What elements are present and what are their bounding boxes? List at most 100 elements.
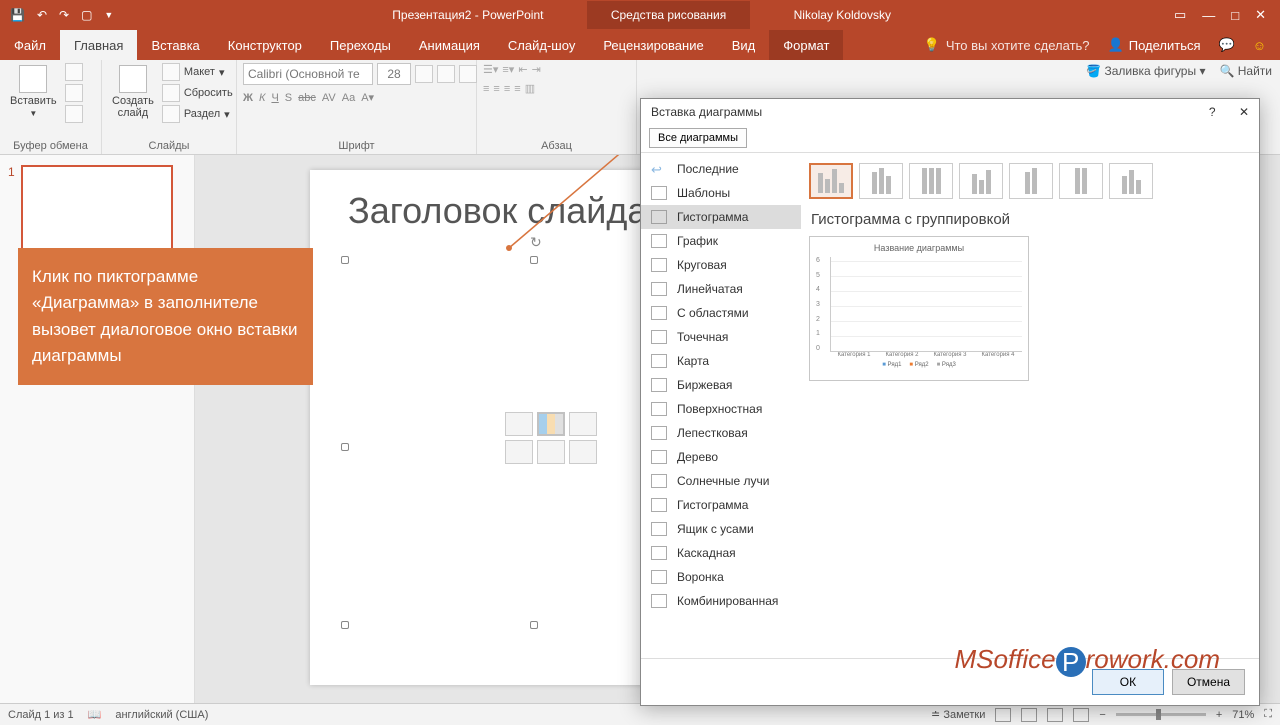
chart-category-item[interactable]: Лепестковая: [641, 421, 801, 445]
sorter-view-icon[interactable]: [1021, 708, 1037, 722]
notes-button[interactable]: ≐ Заметки: [931, 708, 985, 721]
dialog-help-icon[interactable]: ?: [1209, 105, 1216, 119]
chart-category-item[interactable]: Карта: [641, 349, 801, 373]
resize-handle[interactable]: [341, 443, 349, 451]
shape-fill-button[interactable]: 🪣 Заливка фигуры ▾: [1086, 64, 1205, 78]
insert-chart-icon[interactable]: [537, 412, 565, 436]
chart-category-item[interactable]: Шаблоны: [641, 181, 801, 205]
slide-counter[interactable]: Слайд 1 из 1: [8, 709, 74, 721]
chart-category-item[interactable]: Точечная: [641, 325, 801, 349]
insert-picture-icon[interactable]: [505, 440, 533, 464]
chart-category-item[interactable]: ↩Последние: [641, 157, 801, 181]
italic-button[interactable]: К: [259, 92, 265, 104]
chart-category-item[interactable]: Линейчатая: [641, 277, 801, 301]
subtype-stacked-column[interactable]: [859, 163, 903, 199]
clear-format-button[interactable]: [459, 65, 477, 83]
maximize-icon[interactable]: □: [1231, 8, 1239, 23]
bullets-button[interactable]: ☰▾: [483, 63, 498, 76]
chart-category-item[interactable]: Круговая: [641, 253, 801, 277]
tab-design[interactable]: Конструктор: [214, 30, 316, 60]
indent-dec-button[interactable]: ⇤: [518, 63, 527, 76]
bold-button[interactable]: Ж: [243, 92, 253, 104]
section-button[interactable]: Раздел ▾: [162, 105, 233, 123]
spellcheck-icon[interactable]: 📖: [88, 708, 102, 721]
chart-category-item[interactable]: Гистограмма: [641, 205, 801, 229]
chart-category-item[interactable]: Воронка: [641, 565, 801, 589]
layout-button[interactable]: Макет ▾: [162, 63, 233, 81]
slide-thumbnail-pane[interactable]: 1: [0, 155, 195, 703]
tab-review[interactable]: Рецензирование: [589, 30, 717, 60]
chart-category-item[interactable]: Поверхностная: [641, 397, 801, 421]
font-color-button[interactable]: A▾: [361, 91, 374, 104]
zoom-in-button[interactable]: +: [1216, 709, 1222, 721]
slideshow-icon[interactable]: ▢: [81, 8, 92, 22]
subtype-3d-stacked[interactable]: [1009, 163, 1053, 199]
undo-icon[interactable]: ↶: [37, 8, 47, 22]
rotate-handle-icon[interactable]: [530, 234, 538, 242]
case-button[interactable]: Aa: [342, 92, 355, 104]
slide-title-placeholder[interactable]: Заголовок слайда: [348, 190, 647, 232]
chart-category-item[interactable]: Солнечные лучи: [641, 469, 801, 493]
tell-me-search[interactable]: 💡Что вы хотите сделать?: [924, 37, 1090, 53]
tab-format[interactable]: Формат: [769, 30, 843, 60]
spacing-button[interactable]: AV: [322, 92, 336, 104]
columns-button[interactable]: ▥: [525, 82, 535, 95]
tab-home[interactable]: Главная: [60, 30, 137, 60]
insert-table-icon[interactable]: [505, 412, 533, 436]
align-right-button[interactable]: ≡: [504, 83, 510, 95]
new-slide-button[interactable]: Создать слайд: [108, 63, 158, 121]
dialog-close-icon[interactable]: ✕: [1239, 105, 1249, 119]
strike-button[interactable]: abc: [298, 92, 316, 104]
insert-online-picture-icon[interactable]: [537, 440, 565, 464]
chart-category-item[interactable]: Ящик с усами: [641, 517, 801, 541]
save-icon[interactable]: 💾: [10, 8, 25, 22]
chart-category-item[interactable]: С областями: [641, 301, 801, 325]
resize-handle[interactable]: [341, 256, 349, 264]
copy-button[interactable]: [65, 84, 83, 102]
insert-smartart-icon[interactable]: [569, 412, 597, 436]
tab-view[interactable]: Вид: [718, 30, 770, 60]
normal-view-icon[interactable]: [995, 708, 1011, 722]
slide-thumbnail[interactable]: [21, 165, 173, 251]
zoom-slider[interactable]: [1116, 713, 1206, 716]
subtype-3d-clustered[interactable]: [959, 163, 1003, 199]
chart-category-item[interactable]: Каскадная: [641, 541, 801, 565]
chart-category-item[interactable]: Комбинированная: [641, 589, 801, 613]
justify-button[interactable]: ≡: [514, 83, 520, 95]
shadow-button[interactable]: S: [285, 92, 292, 104]
indent-inc-button[interactable]: ⇥: [532, 63, 541, 76]
subtype-3d-100-stacked[interactable]: [1059, 163, 1103, 199]
underline-button[interactable]: Ч: [271, 92, 278, 104]
slideshow-view-icon[interactable]: [1073, 708, 1089, 722]
paste-button[interactable]: Вставить▼: [6, 63, 61, 120]
dialog-tab-all[interactable]: Все диаграммы: [649, 128, 747, 148]
align-center-button[interactable]: ≡: [493, 83, 499, 95]
chart-category-item[interactable]: График: [641, 229, 801, 253]
resize-handle[interactable]: [530, 621, 538, 629]
tab-animations[interactable]: Анимация: [405, 30, 494, 60]
reset-button[interactable]: Сбросить: [162, 84, 233, 102]
subtype-3d-column[interactable]: [1109, 163, 1153, 199]
decrease-font-button[interactable]: [437, 65, 455, 83]
cut-button[interactable]: [65, 63, 83, 81]
font-size-combo[interactable]: 28: [377, 63, 411, 85]
resize-handle[interactable]: [341, 621, 349, 629]
subtype-clustered-column[interactable]: [809, 163, 853, 199]
close-icon[interactable]: ✕: [1255, 7, 1266, 23]
tab-transitions[interactable]: Переходы: [316, 30, 405, 60]
subtype-100-stacked-column[interactable]: [909, 163, 953, 199]
format-painter-button[interactable]: [65, 105, 83, 123]
font-name-combo[interactable]: Calibri (Основной те: [243, 63, 373, 85]
smiley-icon[interactable]: ☺: [1253, 38, 1266, 53]
reading-view-icon[interactable]: [1047, 708, 1063, 722]
redo-icon[interactable]: ↷: [59, 8, 69, 22]
language-status[interactable]: английский (США): [115, 709, 208, 721]
ribbon-options-icon[interactable]: ▭: [1174, 7, 1186, 23]
comments-icon[interactable]: 💬: [1219, 37, 1235, 53]
tab-slideshow[interactable]: Слайд-шоу: [494, 30, 589, 60]
zoom-level[interactable]: 71%: [1232, 709, 1254, 721]
align-left-button[interactable]: ≡: [483, 83, 489, 95]
tab-file[interactable]: Файл: [0, 30, 60, 60]
minimize-icon[interactable]: ―: [1202, 8, 1215, 23]
zoom-out-button[interactable]: −: [1099, 709, 1105, 721]
